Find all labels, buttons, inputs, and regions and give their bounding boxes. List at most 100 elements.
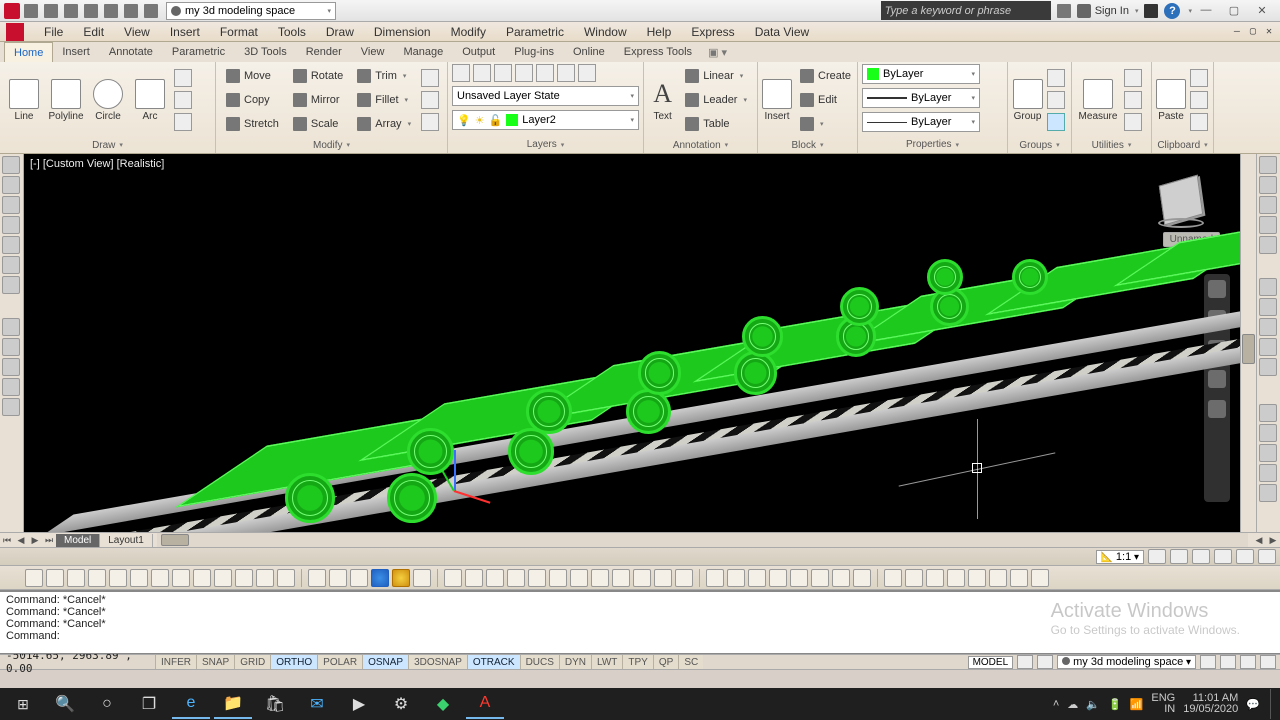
horizontal-scrollbar[interactable]	[157, 533, 1248, 547]
solid-torus-icon[interactable]	[2, 276, 20, 294]
ucs-y-icon[interactable]	[214, 569, 232, 587]
ucs-face-icon[interactable]	[67, 569, 85, 587]
toggle-3dosnap[interactable]: 3DOSNAP	[408, 655, 467, 669]
maximize-button[interactable]: ▢	[1220, 4, 1248, 17]
flatten-icon[interactable]	[1259, 236, 1277, 254]
wedge-icon[interactable]	[465, 569, 483, 587]
extrude2-icon[interactable]	[633, 569, 651, 587]
paste-button[interactable]: Paste	[1156, 64, 1186, 136]
tab-parametric[interactable]: Parametric	[163, 42, 235, 62]
imprint2-icon[interactable]	[853, 569, 871, 587]
edit-button[interactable]: Edit	[796, 90, 855, 110]
id-point-icon[interactable]	[1124, 113, 1142, 131]
minimize-button[interactable]: —	[1192, 4, 1220, 17]
toggle-infer[interactable]: INFER	[155, 655, 196, 669]
toggle-grid[interactable]: GRID	[234, 655, 270, 669]
undo-icon[interactable]	[124, 4, 138, 18]
color-dropdown[interactable]: ByLayer▾	[862, 64, 980, 84]
layer-off-icon[interactable]	[515, 64, 533, 82]
hscroll-thumb[interactable]	[161, 534, 189, 546]
action-center-icon[interactable]: 💬	[1246, 698, 1260, 711]
redo-icon[interactable]	[144, 4, 158, 18]
block-editor-icon[interactable]: ▾	[796, 114, 855, 134]
loft-icon[interactable]	[2, 358, 20, 376]
solid-sphere-icon[interactable]	[2, 216, 20, 234]
leader-button[interactable]: Leader▾	[681, 90, 751, 110]
layout-next-icon[interactable]: ▶	[28, 535, 42, 546]
toggle-ducs[interactable]: DUCS	[520, 655, 559, 669]
group-edit-icon[interactable]	[1047, 91, 1065, 109]
store-icon[interactable]: 🛍	[256, 689, 294, 719]
search-input[interactable]: Type a keyword or phrase	[881, 1, 1051, 20]
layout-prev-icon[interactable]: ◀	[14, 535, 28, 546]
open-icon[interactable]	[44, 4, 58, 18]
hardware-icon[interactable]	[1220, 655, 1236, 669]
menu-file[interactable]: File	[34, 23, 73, 41]
show-desktop-button[interactable]	[1270, 689, 1276, 719]
shaded-icon[interactable]	[413, 569, 431, 587]
tab-express-tools[interactable]: Express Tools	[615, 42, 702, 62]
smooth-icon[interactable]	[1010, 569, 1028, 587]
panel-title-utilities[interactable]: Utilities	[1072, 138, 1151, 153]
menu-edit[interactable]: Edit	[73, 23, 114, 41]
arc-button[interactable]: Arc	[130, 64, 170, 136]
stretch-button[interactable]: Stretch	[222, 114, 283, 134]
volume-icon[interactable]: 🔈	[1086, 698, 1100, 711]
table-button[interactable]: Table	[681, 114, 751, 134]
insert-button[interactable]: Insert	[762, 64, 792, 136]
planar-surf-icon[interactable]	[612, 569, 630, 587]
viewport-label[interactable]: [-] [Custom View] [Realistic]	[30, 158, 164, 170]
menu-view[interactable]: View	[114, 23, 160, 41]
menu-dimension[interactable]: Dimension	[364, 23, 441, 41]
workspace-switch-icon[interactable]	[1192, 549, 1210, 564]
search-go-icon[interactable]	[1057, 4, 1071, 18]
visual-style-icon[interactable]	[1259, 156, 1277, 174]
layer-make-icon[interactable]	[536, 64, 554, 82]
ucs-3pt-icon[interactable]	[172, 569, 190, 587]
toggle-osnap[interactable]: OSNAP	[362, 655, 408, 669]
exchange-icon[interactable]	[1144, 4, 1158, 18]
wifi-icon[interactable]: 📶	[1130, 698, 1144, 711]
thicken-icon[interactable]	[832, 569, 850, 587]
new-icon[interactable]	[24, 4, 38, 18]
wireframe-2d-icon[interactable]	[308, 569, 326, 587]
trim-button[interactable]: Trim▾	[353, 66, 415, 86]
anno-visibility-icon[interactable]	[1148, 549, 1166, 564]
tab-manage[interactable]: Manage	[394, 42, 453, 62]
quickcalc-icon[interactable]	[1124, 91, 1142, 109]
layout-first-icon[interactable]: ⏮	[0, 535, 14, 546]
ucs-apply-icon[interactable]	[256, 569, 274, 587]
menu-format[interactable]: Format	[210, 23, 268, 41]
imprint-icon[interactable]	[1259, 338, 1277, 356]
scale-button[interactable]: Scale	[289, 114, 347, 134]
toggle-tpy[interactable]: TPY	[622, 655, 652, 669]
refine-icon[interactable]	[1031, 569, 1049, 587]
solid-box-icon[interactable]	[2, 156, 20, 174]
tab-overflow-icon[interactable]: ▣ ▾	[702, 42, 734, 62]
match-prop-icon[interactable]	[1190, 113, 1208, 131]
menu-draw[interactable]: Draw	[316, 23, 364, 41]
save-icon[interactable]	[64, 4, 78, 18]
print-icon[interactable]	[104, 4, 118, 18]
rectangle-icon[interactable]	[174, 69, 192, 87]
toggle-qp[interactable]: QP	[653, 655, 678, 669]
tab-3dtools[interactable]: 3D Tools	[235, 42, 297, 62]
sweep-icon[interactable]	[2, 378, 20, 396]
menu-modify[interactable]: Modify	[441, 23, 496, 41]
scale-dropdown[interactable]: 📐 1:1 ▾	[1096, 550, 1144, 564]
toggle-dyn[interactable]: DYN	[559, 655, 591, 669]
toggle-otrack[interactable]: OTRACK	[467, 655, 520, 669]
toggle-polar[interactable]: POLAR	[317, 655, 362, 669]
mail-icon[interactable]: ✉	[298, 689, 336, 719]
tab-plugins[interactable]: Plug-ins	[505, 42, 564, 62]
cone-icon[interactable]	[486, 569, 504, 587]
settings-icon[interactable]: ⚙	[382, 689, 420, 719]
loft2-icon[interactable]	[727, 569, 745, 587]
tab-online[interactable]: Online	[564, 42, 615, 62]
menu-tools[interactable]: Tools	[268, 23, 316, 41]
subtract-icon[interactable]	[1259, 298, 1277, 316]
rotate-button[interactable]: Rotate	[289, 66, 347, 86]
start-button[interactable]: ⊞	[4, 689, 42, 719]
saveas-icon[interactable]	[84, 4, 98, 18]
array-button[interactable]: Array▾	[353, 114, 415, 134]
